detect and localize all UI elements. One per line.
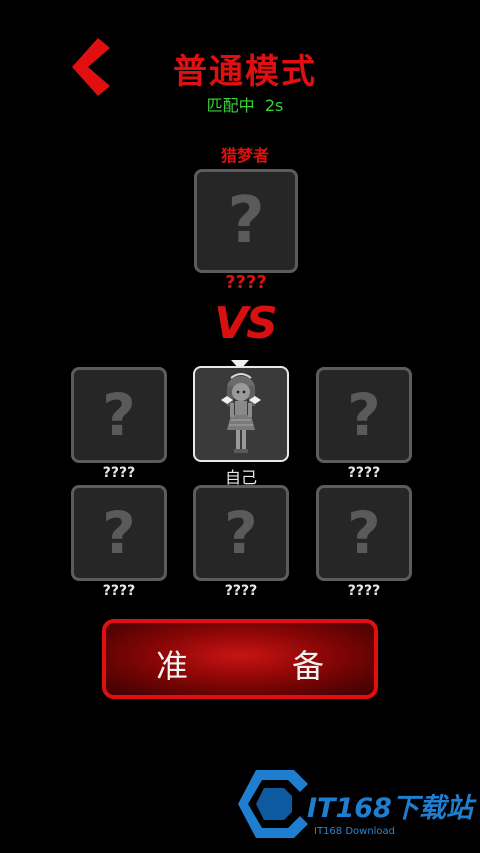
question-mark-icon: ? (224, 499, 258, 567)
team-slot-3-name: ???? (347, 465, 381, 481)
matching-status: 匹配中 2s (206, 96, 284, 115)
ready-button-label-right: 备 (292, 647, 325, 685)
back-button[interactable] (68, 36, 114, 98)
page-title: 普通模式 (173, 52, 317, 92)
opponent-role-label: 猎梦者 (220, 146, 269, 165)
vs-label: VS (214, 298, 278, 349)
ready-button[interactable]: 准 备 (102, 619, 378, 699)
ready-button-label-left: 准 (156, 647, 189, 685)
opponent-name: ???? (225, 272, 267, 293)
question-mark-icon: ? (347, 499, 381, 567)
team-slot-4[interactable]: ? (71, 485, 167, 581)
team-slot-1[interactable]: ? (71, 367, 167, 463)
opponent-slot[interactable]: ? (194, 169, 298, 273)
girl-avatar-icon (221, 373, 261, 453)
team-slot-5-name: ???? (224, 583, 258, 599)
team-slot-6[interactable]: ? (316, 485, 412, 581)
team-slot-self[interactable] (193, 366, 289, 462)
team-slot-4-name: ???? (102, 583, 136, 599)
watermark-logo-icon (238, 770, 308, 838)
watermark-text: IT168下载站 (307, 793, 473, 824)
question-mark-icon: ? (227, 184, 265, 258)
question-mark-icon: ? (102, 499, 136, 567)
watermark-subtext: IT168 Download (314, 826, 396, 837)
question-mark-icon: ? (347, 381, 381, 449)
team-slot-1-name: ???? (102, 465, 136, 481)
team-slot-5[interactable]: ? (193, 485, 289, 581)
question-mark-icon: ? (102, 381, 136, 449)
chevron-left-icon (72, 38, 110, 96)
team-slot-3[interactable]: ? (316, 367, 412, 463)
team-slot-6-name: ???? (347, 583, 381, 599)
